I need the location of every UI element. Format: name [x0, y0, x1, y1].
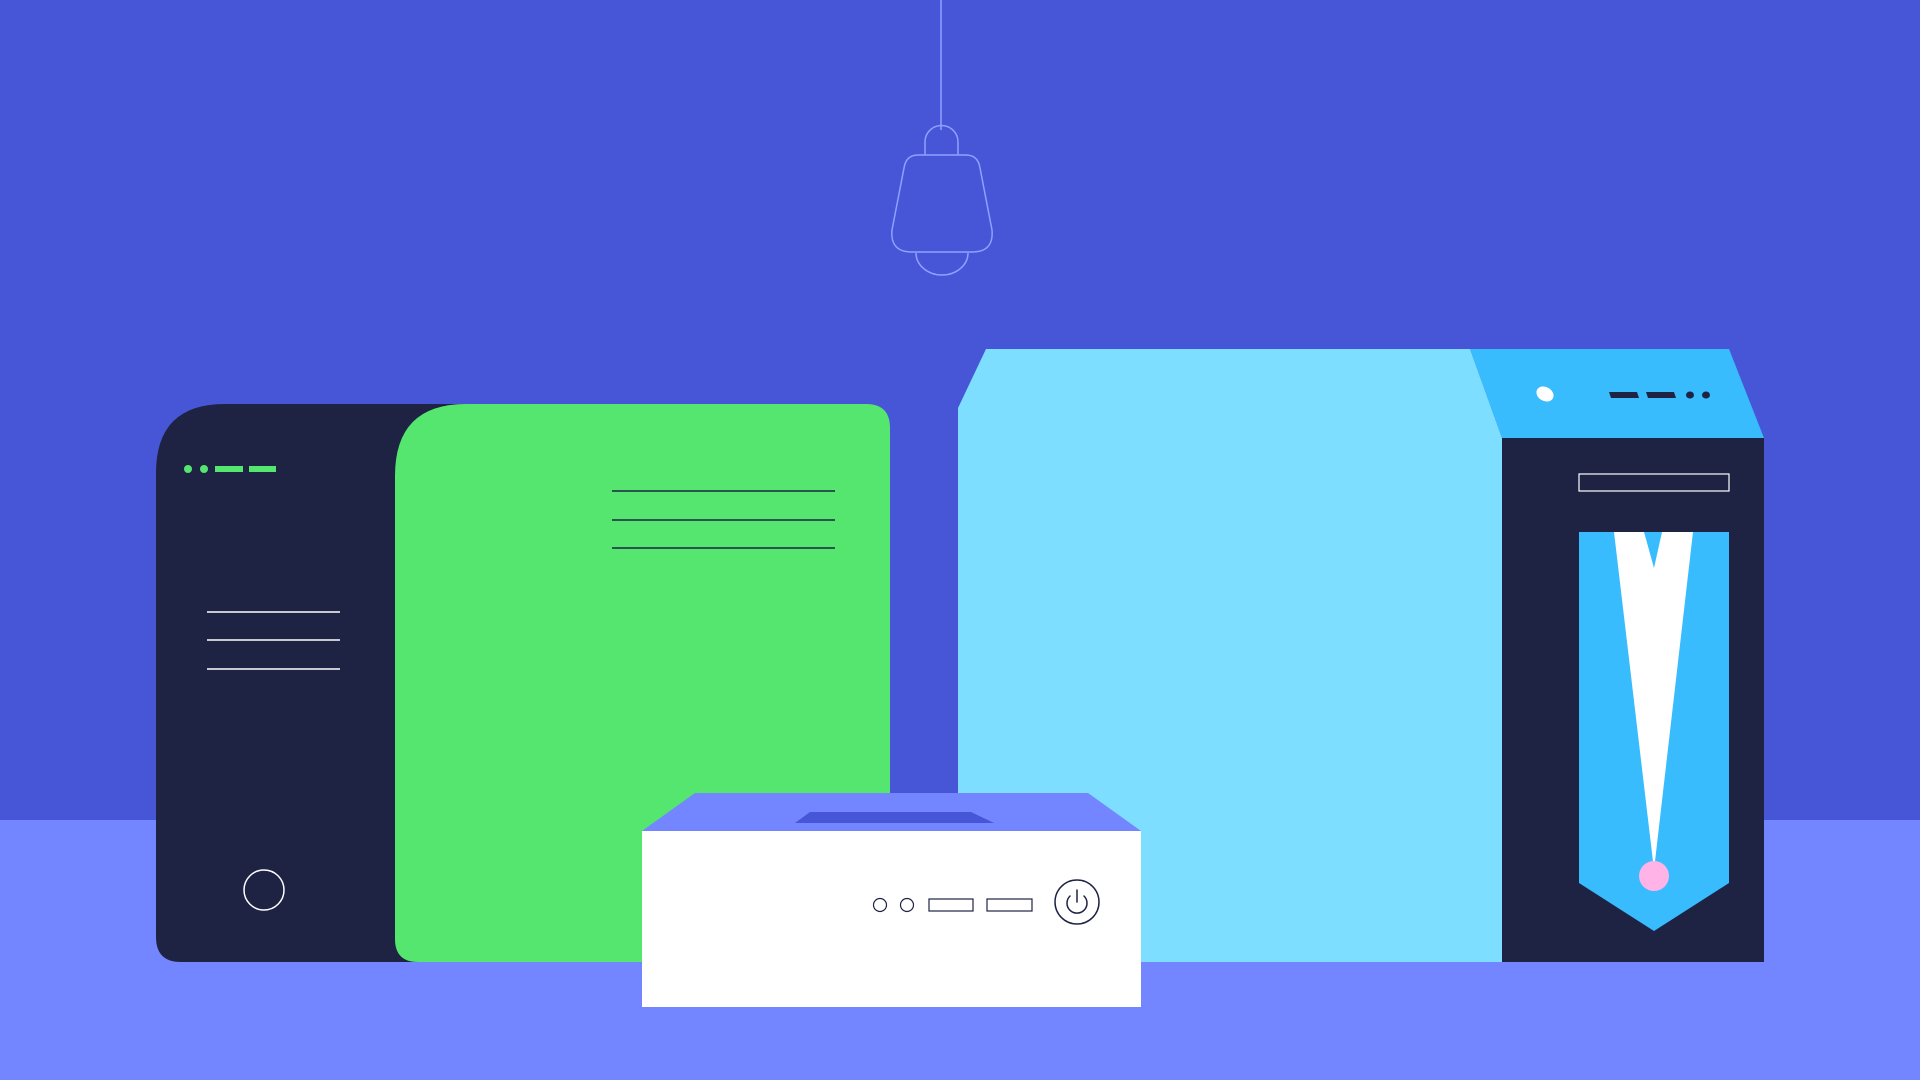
right-tower-indicator-light: [1639, 861, 1669, 891]
mini-pc-front: [642, 831, 1141, 1007]
illustration-scene: [0, 0, 1920, 1080]
mini-pc-top-vent: [795, 812, 994, 823]
mini-pc-computer: [642, 793, 1141, 1007]
